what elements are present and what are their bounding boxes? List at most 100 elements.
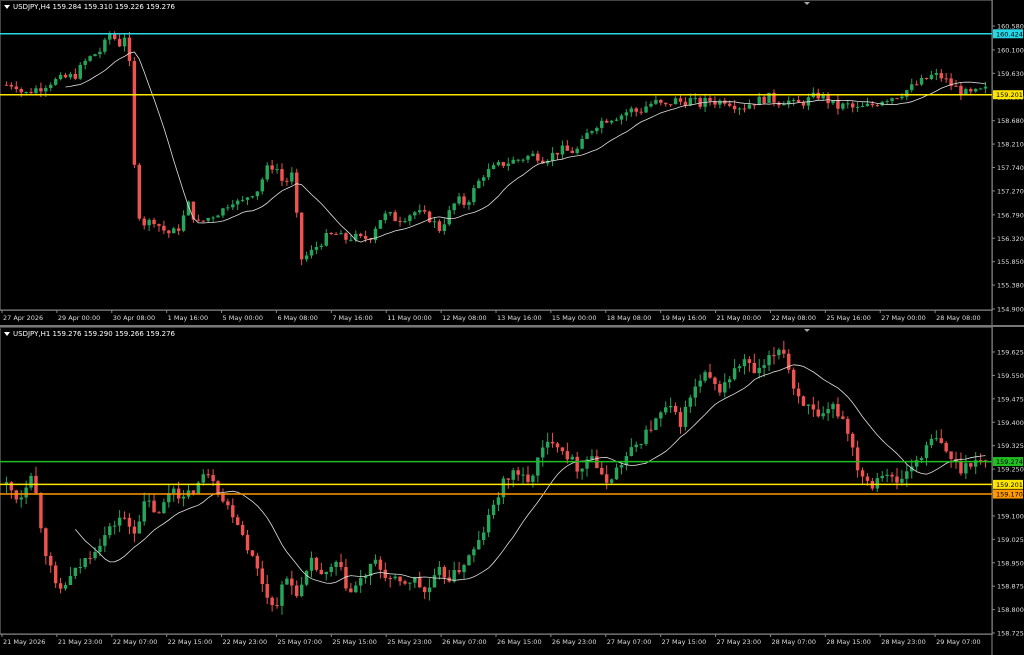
candle-body — [604, 120, 609, 123]
h1-shift-marker-icon[interactable] — [804, 329, 810, 332]
candle-body — [442, 567, 447, 578]
candle-body — [850, 103, 855, 108]
candle-body — [403, 581, 407, 584]
candle-body — [954, 85, 958, 87]
candle-body — [191, 201, 196, 220]
candle-body — [437, 221, 442, 231]
candle-body — [846, 418, 850, 434]
candle-body — [659, 99, 663, 103]
candle-body — [19, 89, 23, 93]
candle-body — [58, 74, 63, 80]
candle-body — [255, 555, 260, 569]
candle-body — [496, 497, 501, 505]
candle-body — [511, 470, 515, 480]
candle-body — [521, 159, 525, 161]
candle-body — [836, 100, 840, 109]
candle-body — [304, 570, 309, 585]
candle-body — [9, 482, 14, 491]
dropdown-triangle-icon[interactable] — [4, 5, 10, 9]
candle-body — [531, 153, 535, 156]
candle-body — [93, 54, 97, 57]
candle-body — [565, 145, 570, 151]
candle-body — [654, 418, 658, 430]
candle-body — [152, 500, 156, 513]
candle-body — [850, 433, 855, 448]
candle-body — [860, 470, 865, 477]
h1-time-label: 25 May 07:00 — [277, 638, 322, 646]
candle-body — [831, 404, 835, 410]
candle-body — [132, 526, 137, 534]
candle-body — [791, 369, 796, 389]
h4-time-label: 21 May 00:00 — [717, 314, 762, 322]
h4-shift-marker-icon[interactable] — [804, 2, 810, 5]
candle-body — [240, 524, 245, 535]
candle-body — [255, 191, 260, 197]
h1-time-label: 28 May 07:00 — [771, 638, 816, 646]
candle-body — [536, 457, 540, 476]
candle-body — [44, 528, 48, 556]
candle-body — [983, 86, 988, 89]
candle-body — [108, 33, 112, 40]
candle-body — [910, 84, 914, 91]
candle-body — [826, 409, 830, 414]
h1-price-label: 159.550 — [997, 372, 1024, 380]
candle-body — [191, 490, 196, 494]
candle-body — [427, 587, 432, 593]
candle-body — [477, 180, 481, 189]
candle-body — [437, 567, 442, 576]
candle-body — [24, 487, 28, 498]
candle-body — [860, 106, 865, 108]
dropdown-triangle-icon[interactable] — [4, 332, 10, 336]
candle-body — [58, 583, 63, 589]
candle-body — [309, 557, 314, 571]
h1-price-label: 159.025 — [997, 536, 1024, 544]
candle-body — [555, 152, 560, 155]
candle-body — [122, 37, 127, 47]
candle-body — [777, 349, 781, 356]
candle-body — [934, 438, 939, 440]
candle-body — [14, 490, 19, 500]
candle-body — [791, 99, 796, 101]
candle-body — [619, 464, 624, 468]
candle-body — [181, 496, 186, 499]
candle-body — [349, 239, 353, 241]
candle-body — [708, 372, 712, 378]
candle-body — [304, 255, 309, 260]
candle-body — [609, 479, 614, 483]
candle-body — [969, 89, 973, 92]
candle-body — [334, 233, 338, 235]
candle-body — [506, 163, 511, 166]
h1-time-label: 22 May 23:00 — [223, 638, 268, 646]
candle-body — [221, 493, 225, 502]
candle-body — [29, 475, 33, 488]
candle-body — [142, 501, 146, 522]
candle-body — [383, 569, 388, 579]
candle-body — [34, 88, 38, 93]
candle-body — [698, 98, 702, 107]
candle-body — [432, 575, 437, 588]
candle-body — [737, 108, 742, 110]
candle-body — [516, 159, 520, 161]
h1-chart-panel[interactable]: 159.625 159.550 159.475 159.400 159.325 159.2… — [0, 327, 1024, 655]
candle-body — [486, 514, 491, 533]
candle-body — [112, 525, 117, 527]
candle-body — [929, 74, 934, 80]
candle-body — [855, 106, 860, 108]
candle-body — [49, 555, 53, 566]
candle-body — [290, 172, 294, 182]
candle-body — [511, 159, 515, 164]
candle-body — [486, 168, 491, 178]
h4-moving-average-line — [65, 51, 986, 243]
h1-chart-canvas[interactable]: 159.625 159.550 159.475 159.400 159.325 159.2… — [0, 327, 1024, 655]
h4-chart-panel[interactable]: 160.580160.100159.630159.160158.680158.2… — [0, 0, 1024, 327]
candle-body — [590, 131, 594, 133]
candle-body — [245, 197, 250, 200]
h4-chart-canvas[interactable]: 160.580160.100159.630159.160158.680158.2… — [0, 0, 1024, 327]
candle-body — [550, 152, 555, 161]
candle-body — [575, 456, 579, 472]
candle-body — [447, 210, 451, 225]
candle-body — [560, 145, 565, 155]
candle-body — [231, 505, 235, 518]
candle-body — [609, 120, 614, 123]
candle-body — [491, 165, 496, 169]
